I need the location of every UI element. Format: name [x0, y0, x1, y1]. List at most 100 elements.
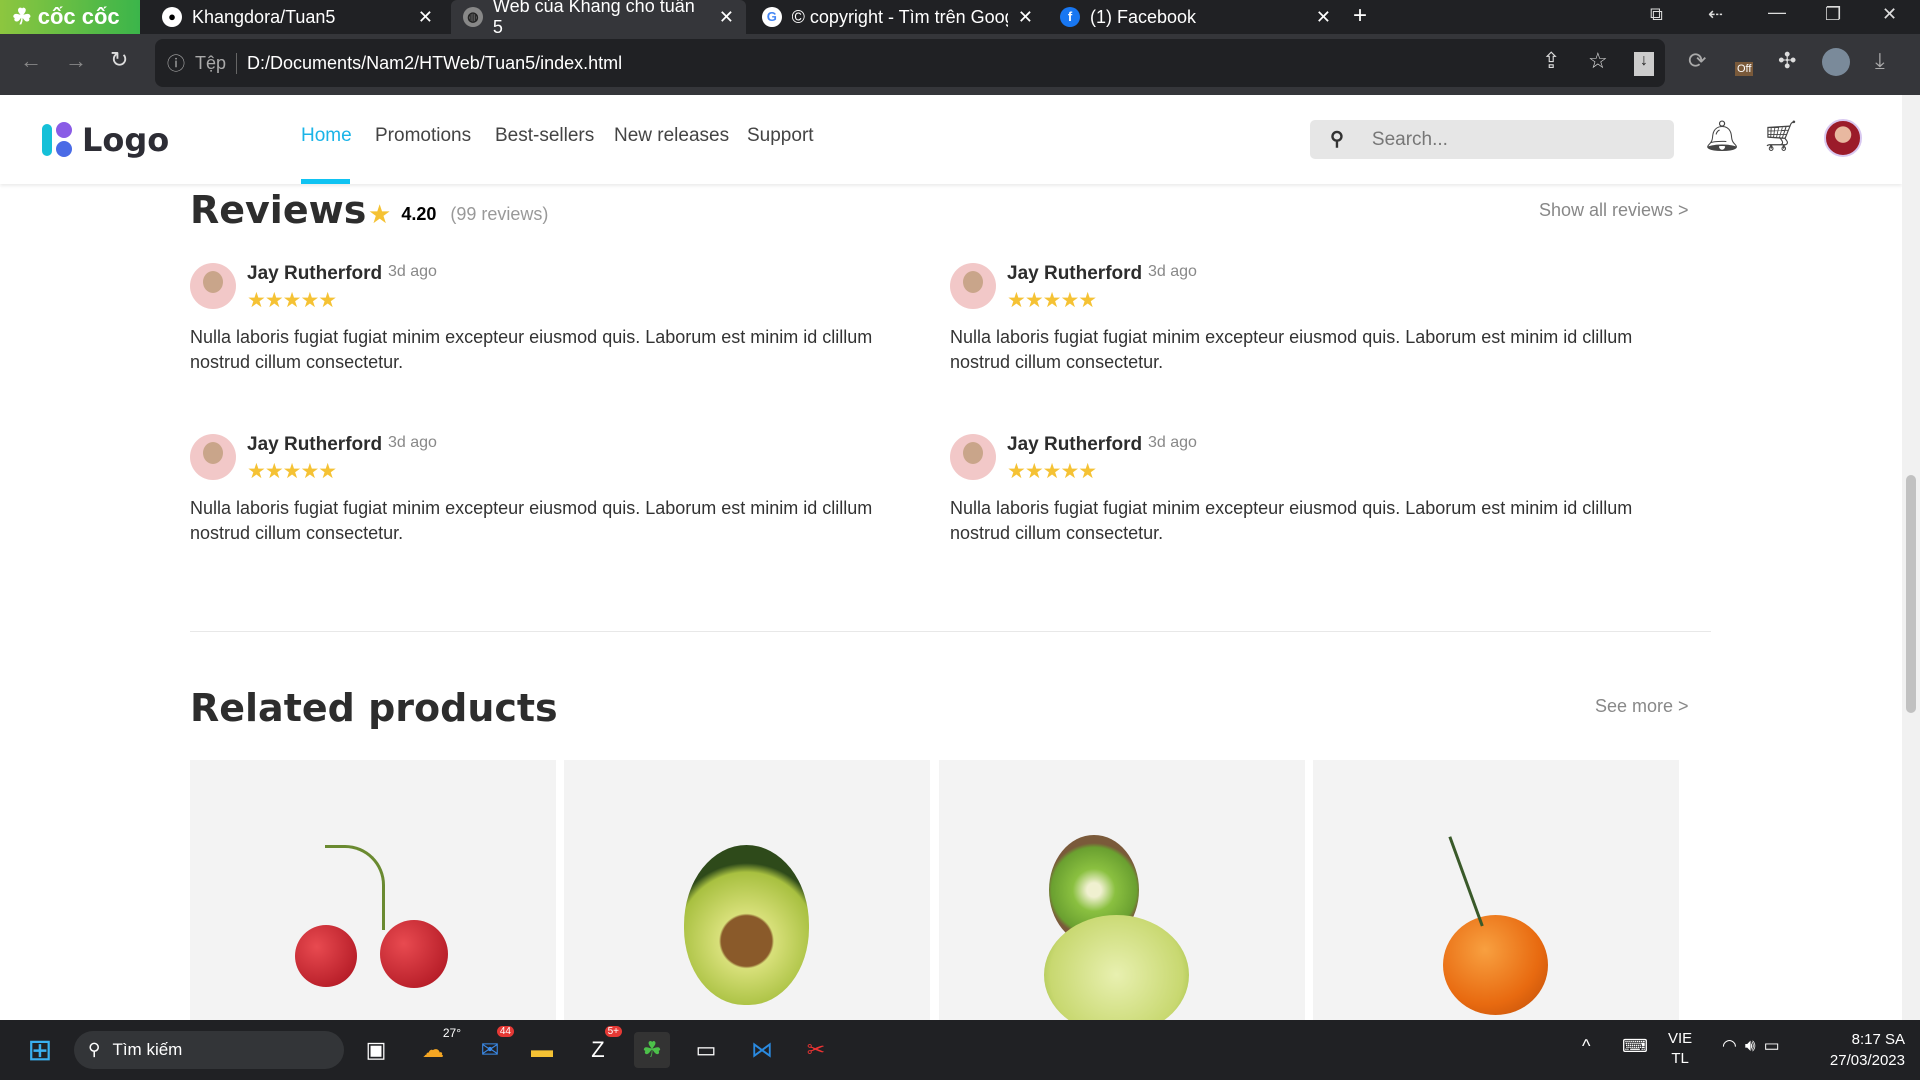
avocado-image — [684, 845, 809, 1005]
language-indicator[interactable]: VIE TL — [1668, 1029, 1692, 1069]
weather-icon[interactable]: ☁ 27° — [415, 1026, 461, 1068]
maximize-button[interactable]: ❐ — [1825, 4, 1841, 25]
review-time: 3d ago — [388, 434, 437, 451]
clock-date: 27/03/2023 — [1829, 1052, 1905, 1069]
back-history-icon[interactable]: ⇠ — [1708, 4, 1723, 25]
coccoc-taskbar-icon[interactable]: ☘ — [634, 1032, 670, 1068]
nav-promotions[interactable]: Promotions — [375, 125, 471, 147]
product-card-cherry[interactable] — [190, 760, 556, 1020]
nav-best-sellers[interactable]: Best-sellers — [495, 125, 594, 147]
vscode-icon[interactable]: ⋈ — [744, 1032, 780, 1068]
star-rating-icons: ★★★★★ — [247, 289, 337, 312]
logo-mark-icon — [42, 122, 76, 158]
nav-new-releases[interactable]: New releases — [614, 125, 729, 147]
tab-title: Web của Khang cho tuần 5 — [492, 0, 695, 37]
downloads-icon[interactable]: ⤓ — [1875, 48, 1885, 74]
average-rating: 4.20 — [401, 204, 437, 224]
tangerine-leaf — [1448, 818, 1533, 927]
url-text[interactable]: D:/Documents/Nam2/HTWeb/Tuan5/index.html — [247, 53, 622, 74]
zalo-badge: 5+ — [604, 1026, 622, 1037]
review-text: Nulla laboris fugiat fugiat minim except… — [950, 327, 1633, 372]
clock[interactable]: 8:17 SA 27/03/2023 — [1810, 1029, 1905, 1071]
adblock-extension-off-badge[interactable]: Off — [1735, 62, 1754, 76]
cherry-image — [380, 920, 448, 988]
nav-home[interactable]: Home — [301, 125, 352, 147]
tab-title: (1) Facebook — [1090, 6, 1197, 27]
share-icon[interactable]: ⇪ — [1542, 48, 1560, 74]
cherry-image — [295, 925, 357, 987]
show-hidden-icons[interactable]: ^ — [1582, 1036, 1590, 1057]
scrollbar-thumb[interactable] — [1906, 475, 1916, 713]
product-card-kiwi[interactable] — [939, 760, 1305, 1020]
star-rating-icons: ★★★★★ — [1007, 460, 1097, 483]
lime-image — [1044, 915, 1189, 1020]
reviewer-avatar — [950, 434, 996, 480]
nav-support[interactable]: Support — [747, 125, 814, 147]
close-tab-icon[interactable]: ✕ — [1316, 7, 1331, 28]
minimize-button[interactable]: — — [1768, 2, 1786, 23]
review-text: Nulla laboris fugiat fugiat minim except… — [190, 327, 873, 372]
system-tray-icons[interactable]: ◠🔊︎▭ — [1722, 1036, 1788, 1056]
terminal-icon[interactable]: ▭ — [688, 1032, 724, 1068]
tab-web-cua-khang[interactable]: ◍ Web của Khang cho tuần 5 ✕ — [451, 0, 746, 37]
input-method: TL — [1671, 1050, 1689, 1067]
reviews-heading: Reviews — [190, 188, 367, 232]
taskbar-search[interactable]: ⚲ Tìm kiếm — [74, 1031, 344, 1069]
related-products-heading: Related products — [190, 686, 558, 730]
cart-icon[interactable]: 🛒︎ — [1762, 119, 1800, 154]
star-icon: ★ — [368, 199, 392, 229]
new-tab-button[interactable]: + — [1353, 2, 1367, 30]
search-tabs-icon[interactable]: ⧉ — [1650, 4, 1663, 25]
show-all-reviews-link[interactable]: Show all reviews > — [1539, 200, 1689, 221]
tab-google[interactable]: G © copyright - Tìm trên Goog ✕ — [750, 0, 1045, 34]
search-placeholder: Search... — [1371, 128, 1448, 150]
bell-icon[interactable]: 🔔︎ — [1703, 119, 1741, 154]
url-scheme-label: Tệp — [195, 52, 238, 74]
review-text: Nulla laboris fugiat fugiat minim except… — [950, 498, 1633, 543]
product-card-tangerine[interactable] — [1313, 760, 1679, 1020]
close-tab-icon[interactable]: ✕ — [719, 7, 734, 28]
snipping-tool-icon[interactable]: ✂ — [798, 1032, 834, 1068]
keyboard-icon[interactable]: ⌨ — [1622, 1036, 1648, 1057]
language-code: VIE — [1668, 1030, 1693, 1047]
review-time: 3d ago — [1148, 263, 1197, 280]
reload-icon[interactable]: ↻ — [110, 47, 128, 73]
mail-icon[interactable]: ✉ 44 — [472, 1026, 514, 1068]
reviewer-avatar — [190, 263, 236, 309]
close-tab-icon[interactable]: ✕ — [418, 7, 433, 28]
taskbar-search-label: Tìm kiếm — [112, 1040, 183, 1059]
star-rating-icons: ★★★★★ — [247, 460, 337, 483]
sync-icon[interactable]: ⟳ — [1688, 48, 1706, 74]
search-input[interactable]: ⚲ Search... — [1310, 120, 1674, 159]
forward-icon[interactable]: → — [65, 48, 87, 74]
reviewer-avatar — [190, 434, 236, 480]
user-avatar[interactable] — [1824, 119, 1862, 157]
file-explorer-icon[interactable]: ▬ — [524, 1032, 560, 1068]
volume-icon: 🔊︎ — [1744, 1036, 1764, 1055]
coccoc-menu-button[interactable]: ☘ cốc cốc — [0, 0, 140, 34]
tab-facebook[interactable]: f (1) Facebook ✕ — [1048, 0, 1343, 34]
close-window-button[interactable]: ✕ — [1882, 4, 1897, 25]
back-icon[interactable]: ← — [20, 48, 42, 74]
close-tab-icon[interactable]: ✕ — [1018, 7, 1033, 28]
product-card-avocado[interactable] — [564, 760, 930, 1020]
site-logo[interactable]: Logo — [42, 121, 169, 159]
scrollbar[interactable] — [1902, 95, 1920, 1020]
download-video-icon[interactable]: ↓ — [1634, 52, 1654, 76]
tab-github[interactable]: ● Khangdora/Tuan5 ✕ — [150, 0, 445, 34]
star-rating-icons: ★★★★★ — [1007, 289, 1097, 312]
wifi-icon: ◠ — [1722, 1036, 1745, 1055]
address-bar[interactable]: ⓘ Tệp D:/Documents/Nam2/HTWeb/Tuan5/inde… — [155, 39, 1665, 87]
windows-start-icon[interactable]: ⊞ — [22, 1032, 58, 1068]
reviewer-name: Jay Rutherford — [1007, 434, 1143, 455]
profile-avatar[interactable] — [1822, 48, 1850, 76]
google-icon: G — [762, 7, 782, 27]
task-view-icon[interactable]: ▣ — [358, 1032, 394, 1068]
bookmark-star-icon[interactable]: ☆ — [1588, 48, 1608, 74]
zalo-icon[interactable]: Z 5+ — [580, 1026, 622, 1068]
reviewer-name: Jay Rutherford — [247, 434, 383, 455]
see-more-link[interactable]: See more > — [1595, 696, 1689, 717]
windows-taskbar: ⊞ ⚲ Tìm kiếm ▣ ☁ 27° ✉ 44 ▬ Z 5+ ☘ ▭ ⋈ ✂ ^ ⌨… — [0, 1020, 1920, 1080]
globe-icon: ◍ — [463, 7, 483, 27]
extensions-puzzle-icon[interactable]: ✣ — [1778, 48, 1796, 74]
